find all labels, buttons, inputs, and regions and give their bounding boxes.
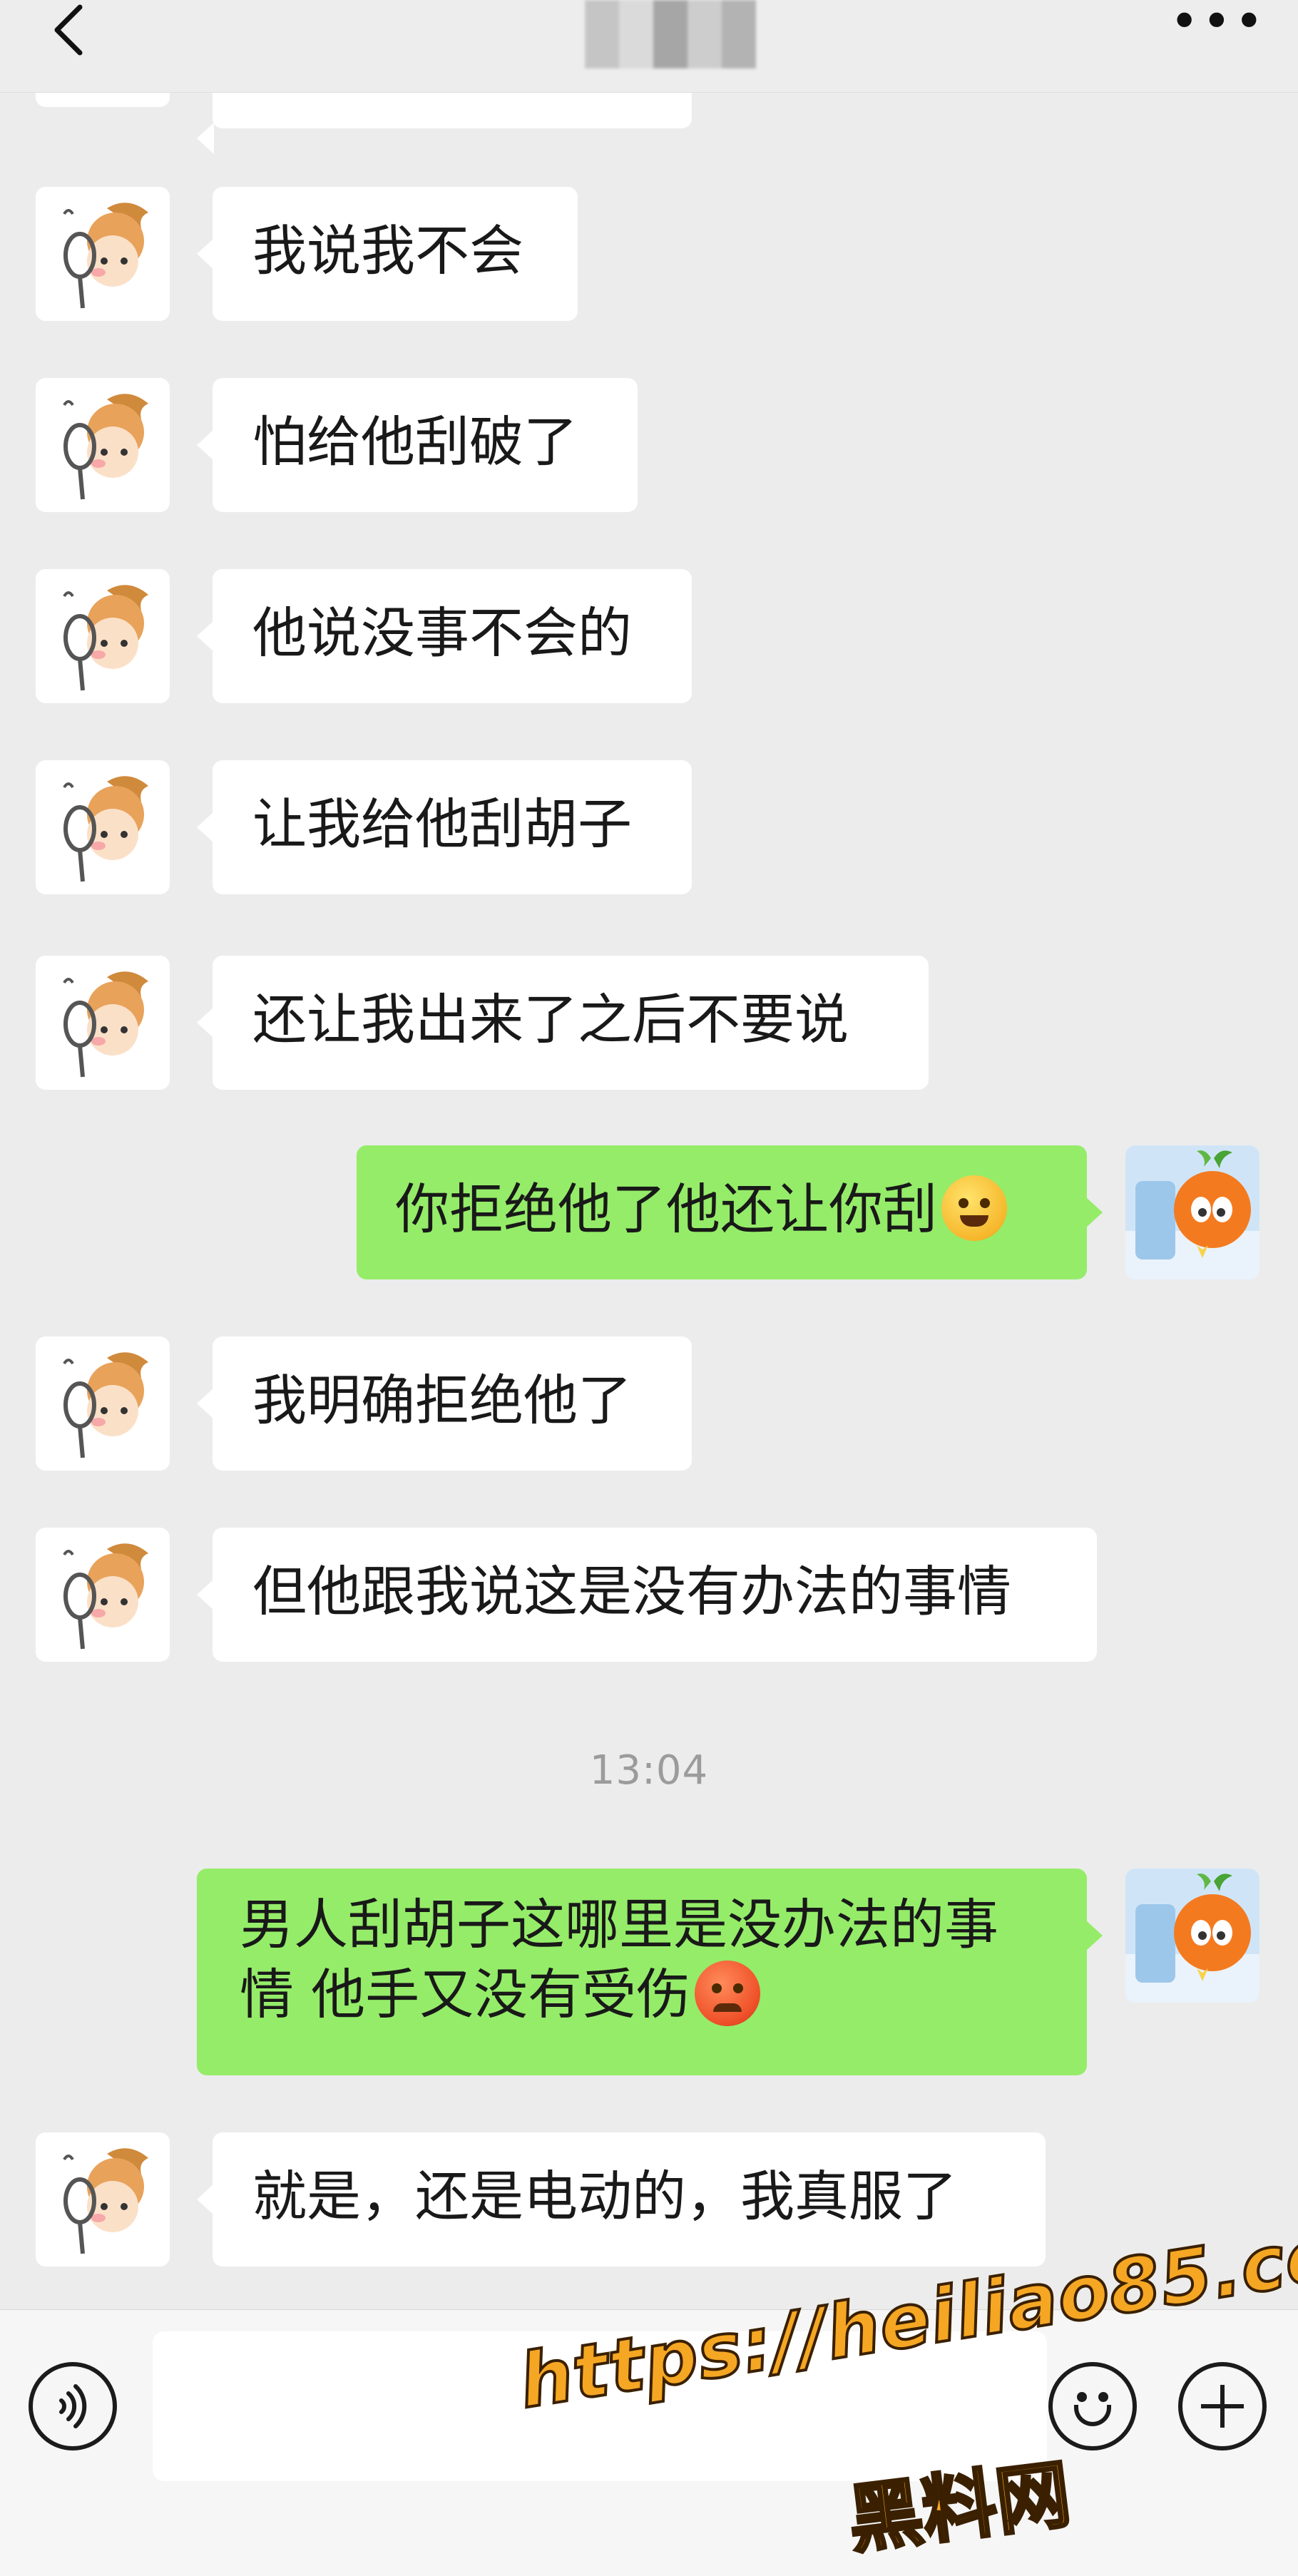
- more-options-button[interactable]: •••: [1170, 0, 1264, 50]
- angry-emoji-icon: [695, 1961, 761, 2026]
- cartoon-girl-avatar-icon: [36, 1528, 170, 1662]
- message-bubble[interactable]: 让我给他刮胡子: [197, 760, 692, 894]
- message-bubble[interactable]: 我说我不会: [197, 187, 578, 321]
- message-text: 怕给他刮破了: [252, 410, 578, 474]
- my-message-bubble[interactable]: 你拒绝他了他还让你刮: [357, 1145, 1103, 1279]
- message-bubble[interactable]: 但他跟我说这是没有办法的事情: [197, 1528, 1097, 1662]
- contact-avatar[interactable]: [36, 378, 170, 512]
- message-text: 你拒绝他了他还让你刮: [395, 1177, 937, 1241]
- message-text: 我说我不会: [252, 219, 523, 282]
- message-bubble[interactable]: 就是，还是电动的，我真服了: [197, 2132, 1046, 2266]
- cartoon-girl-avatar-icon: [36, 2132, 170, 2266]
- contact-avatar[interactable]: [36, 1528, 170, 1662]
- chat-screen: ••• 我说我不会 怕给他刮破了 他说没事不会的 让我给他刮胡子 还让我出来了之…: [0, 0, 1298, 2576]
- chevron-left-icon: [54, 4, 83, 56]
- message-text: 还让我出来了之后不要说: [252, 988, 849, 1051]
- contact-avatar[interactable]: [36, 187, 170, 321]
- message-text: 但他跟我说这是没有办法的事情: [252, 1560, 1011, 1623]
- message-text: 他说没事不会的: [252, 601, 632, 665]
- contact-avatar[interactable]: [36, 2132, 170, 2266]
- cartoon-girl-avatar-icon: [36, 187, 170, 321]
- cartoon-girl-avatar-icon: [36, 956, 170, 1090]
- cartoon-girl-avatar-icon: [36, 1336, 170, 1471]
- emoji-icon: [1074, 2405, 1111, 2426]
- my-avatar[interactable]: [1125, 1145, 1259, 1279]
- message-bubble[interactable]: 怕给他刮破了: [197, 378, 638, 512]
- carrot-mascot-avatar-icon: [1125, 1145, 1259, 1279]
- message-timestamp: 13:04: [589, 1747, 709, 1794]
- message-text: 男人刮胡子这哪里是没办法的事情 他手又没有受伤: [240, 1893, 998, 2026]
- contact-avatar[interactable]: [36, 760, 170, 894]
- more-functions-button[interactable]: [1178, 2362, 1267, 2450]
- back-button[interactable]: [43, 3, 100, 60]
- message-bubble[interactable]: 我明确拒绝他了: [197, 1336, 692, 1471]
- message-bubble[interactable]: 还让我出来了之后不要说: [197, 956, 929, 1090]
- laughing-emoji-icon: [941, 1175, 1007, 1241]
- cartoon-girl-avatar-icon: [36, 378, 170, 512]
- voice-button[interactable]: [29, 2362, 117, 2450]
- my-message-bubble[interactable]: 男人刮胡子这哪里是没办法的事情 他手又没有受伤: [197, 1869, 1103, 2075]
- name-redaction-mosaic: [585, 0, 756, 68]
- contact-avatar[interactable]: [36, 1336, 170, 1471]
- contact-avatar[interactable]: [36, 569, 170, 703]
- message-text: 让我给他刮胡子: [252, 792, 632, 856]
- contact-avatar[interactable]: [36, 956, 170, 1090]
- message-text: 就是，还是电动的，我真服了: [252, 2164, 957, 2228]
- message-text: 我明确拒绝他了: [252, 1369, 632, 1432]
- cartoon-girl-avatar-icon: [36, 760, 170, 894]
- voice-icon: [59, 2384, 87, 2428]
- message-bubble[interactable]: 他说没事不会的: [197, 569, 692, 703]
- carrot-mascot-avatar-icon: [1125, 1869, 1259, 2003]
- my-avatar[interactable]: [1125, 1869, 1259, 2003]
- cartoon-girl-avatar-icon: [36, 569, 170, 703]
- top-bar: •••: [0, 0, 1298, 93]
